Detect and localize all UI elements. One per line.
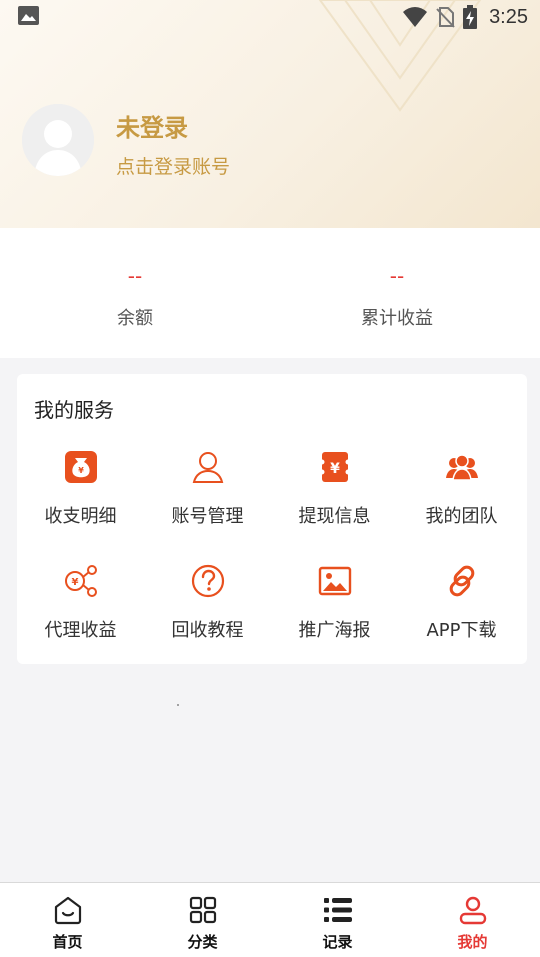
- yen-bill-icon: ¥: [319, 452, 351, 482]
- my-services-card: 我的服务 ¥ 收支明细 账号管理 ¥ 提现信息 我的团队 ¥ 代理收益 回收教程…: [17, 374, 527, 664]
- wifi-icon: [403, 7, 428, 27]
- tab-label: 分类: [187, 933, 218, 951]
- tab-records[interactable]: 记录: [270, 883, 405, 957]
- tab-label: 我的: [457, 933, 488, 951]
- share-yen-icon: ¥: [65, 565, 97, 597]
- service-label: 提现信息: [298, 506, 371, 527]
- service-label: 代理收益: [44, 620, 117, 641]
- list-icon: [324, 898, 352, 922]
- tab-label: 记录: [322, 933, 353, 951]
- service-recycle-tutorial[interactable]: 回收教程: [144, 564, 271, 664]
- service-income-expense[interactable]: ¥ 收支明细: [17, 450, 144, 550]
- stats-panel: -- 余额 -- 累计收益: [0, 228, 540, 358]
- avatar[interactable]: [22, 104, 94, 176]
- tab-home[interactable]: 首页: [0, 883, 135, 957]
- service-promo-poster[interactable]: 推广海报: [271, 564, 398, 664]
- balance-label: 余额: [117, 308, 153, 329]
- login-prompt-link[interactable]: 点击登录账号: [116, 152, 230, 179]
- svg-text:¥: ¥: [78, 466, 84, 475]
- total-earnings-label: 累计收益: [361, 308, 433, 329]
- bottom-tab-bar: 首页 分类 记录 我的: [0, 882, 540, 957]
- link-chain-icon: [449, 565, 475, 597]
- service-app-download[interactable]: APP下载: [398, 564, 525, 664]
- tab-label: 首页: [52, 933, 83, 951]
- team-icon: [446, 454, 478, 481]
- service-my-team[interactable]: 我的团队: [398, 450, 525, 550]
- login-status-title[interactable]: 未登录: [116, 108, 188, 143]
- total-earnings-value: --: [389, 264, 405, 288]
- battery-charging-icon: [463, 5, 478, 29]
- service-label: 回收教程: [171, 620, 244, 641]
- svg-text:¥: ¥: [330, 461, 340, 477]
- profile-icon: [459, 896, 487, 925]
- status-bar: 3:25: [0, 0, 540, 34]
- image-poster-icon: [318, 566, 352, 596]
- service-account-management[interactable]: 账号管理: [144, 450, 271, 550]
- service-withdraw-info[interactable]: ¥ 提现信息: [271, 450, 398, 550]
- service-label: 收支明细: [44, 506, 117, 527]
- service-label: 推广海报: [298, 620, 371, 641]
- profile-header: 3:25 未登录 点击登录账号: [0, 0, 540, 228]
- status-time: 3:25: [489, 5, 528, 28]
- home-icon: [54, 896, 82, 925]
- question-circle-icon: [191, 564, 225, 598]
- image-notification-icon: [18, 6, 39, 25]
- balance-value: --: [127, 264, 143, 288]
- no-sim-icon: [436, 7, 455, 28]
- stray-dot: [177, 704, 179, 706]
- user-outline-icon: [192, 452, 224, 483]
- service-label: APP下载: [426, 620, 497, 641]
- tab-mine[interactable]: 我的: [405, 883, 540, 957]
- stat-total-earnings[interactable]: -- 累计收益: [262, 228, 532, 358]
- service-label: 我的团队: [425, 506, 498, 527]
- services-title: 我的服务: [34, 398, 114, 422]
- service-label: 账号管理: [171, 506, 244, 527]
- stat-balance[interactable]: -- 余额: [0, 228, 270, 358]
- money-bag-icon: ¥: [65, 451, 97, 483]
- grid-category-icon: [189, 896, 217, 924]
- service-agent-earnings[interactable]: ¥ 代理收益: [17, 564, 144, 664]
- default-user-avatar-icon: [22, 104, 94, 176]
- svg-text:¥: ¥: [72, 577, 79, 588]
- tab-category[interactable]: 分类: [135, 883, 270, 957]
